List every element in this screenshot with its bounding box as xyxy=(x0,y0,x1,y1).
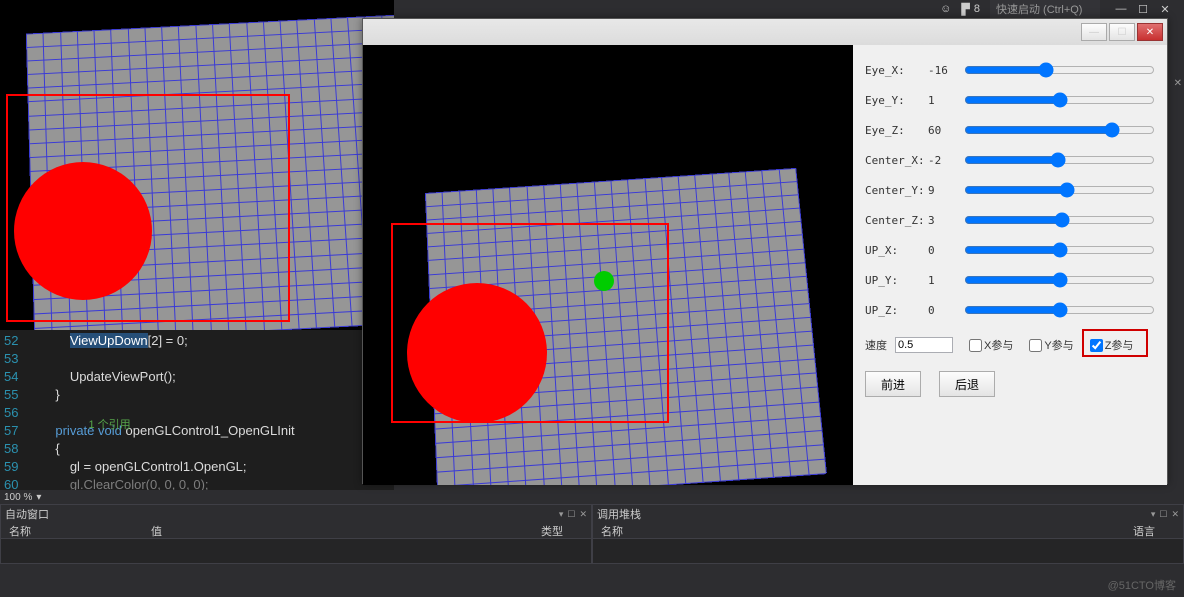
red-sphere xyxy=(407,283,547,423)
z-axis-checkbox[interactable] xyxy=(1090,339,1103,352)
slider-centery[interactable] xyxy=(964,182,1155,198)
slider-upx[interactable] xyxy=(964,242,1155,258)
controls-panel: Eye_X: -16 Eye_Y: 1 Eye_Z: 60 Center_X: -2 Cente… xyxy=(853,45,1167,485)
close-icon[interactable]: ✕ xyxy=(1171,509,1179,520)
slider-label: Center_Y: xyxy=(865,184,920,197)
slider-value: 0 xyxy=(928,304,956,317)
watermark: @51CTO博客 xyxy=(1108,577,1176,593)
speed-label: 速度 xyxy=(865,337,887,353)
slider-value: 1 xyxy=(928,274,956,287)
pin-icon[interactable]: ☐ xyxy=(567,509,575,520)
close-icon[interactable]: ✕ xyxy=(579,509,587,520)
panel-title: 调用堆栈 xyxy=(597,506,641,522)
back-button[interactable]: 后退 xyxy=(939,371,995,397)
slider-value: -2 xyxy=(928,154,956,167)
slider-value: 1 xyxy=(928,94,956,107)
col-type: 类型 xyxy=(541,523,591,538)
slider-centerx[interactable] xyxy=(964,152,1155,168)
col-name: 名称 xyxy=(593,523,743,538)
notification-badge[interactable]: ▛ 8 xyxy=(961,3,980,16)
forward-button[interactable]: 前进 xyxy=(865,371,921,397)
opengl-viewport[interactable] xyxy=(363,45,853,485)
z-axis-label: Z参与 xyxy=(1105,337,1134,353)
y-axis-checkbox[interactable] xyxy=(1029,339,1042,352)
col-lang: 语言 xyxy=(1133,523,1183,538)
slider-eyey[interactable] xyxy=(964,92,1155,108)
app-close-button[interactable]: ✕ xyxy=(1137,23,1163,41)
slider-label: UP_Y: xyxy=(865,274,920,287)
side-close-icon[interactable]: ✕ xyxy=(1174,78,1182,89)
dropdown-icon[interactable]: ▾ xyxy=(559,509,564,520)
green-sphere xyxy=(594,271,614,291)
x-axis-checkbox[interactable] xyxy=(969,339,982,352)
slider-label: UP_Z: xyxy=(865,304,920,317)
zoomed-gl-preview xyxy=(0,0,394,330)
col-name: 名称 xyxy=(1,523,151,538)
app-window: — ☐ ✕ Eye_X: -16 Eye_Y: 1 Eye_Z: 60 Center_X:-… xyxy=(362,18,1168,484)
ide-minimize-button[interactable]: — xyxy=(1110,3,1132,16)
zoom-indicator: 100 %▾ xyxy=(0,490,1184,504)
panel-title: 自动窗口 xyxy=(5,506,49,522)
slider-upy[interactable] xyxy=(964,272,1155,288)
slider-value: 3 xyxy=(928,214,956,227)
slider-label: Center_X: xyxy=(865,154,920,167)
slider-eyex[interactable] xyxy=(964,62,1155,78)
slider-value: 0 xyxy=(928,244,956,257)
autos-panel[interactable]: 自动窗口 ▾☐ ✕ 名称 值 类型 xyxy=(0,504,592,564)
slider-centerz[interactable] xyxy=(964,212,1155,228)
pin-icon[interactable]: ☐ xyxy=(1159,509,1167,520)
app-maximize-button[interactable]: ☐ xyxy=(1109,23,1135,41)
ide-close-button[interactable]: ✕ xyxy=(1154,3,1176,16)
code-lines[interactable]: ViewUpDown[2] = 0; UpdateViewPort(); } 1… xyxy=(26,330,294,490)
slider-label: Eye_X: xyxy=(865,64,920,77)
slider-label: Center_Z: xyxy=(865,214,920,227)
notification-count: 8 xyxy=(974,3,980,15)
slider-upz[interactable] xyxy=(964,302,1155,318)
x-axis-label: X参与 xyxy=(984,337,1013,353)
feedback-icon[interactable]: ☺ xyxy=(940,3,951,15)
app-titlebar[interactable]: — ☐ ✕ xyxy=(363,19,1167,45)
quick-launch-input[interactable]: 快速启动 (Ctrl+Q) xyxy=(990,0,1100,18)
slider-label: Eye_Z: xyxy=(865,124,920,137)
dropdown-icon[interactable]: ▾ xyxy=(1151,509,1156,520)
line-gutter: 525354555657585960 xyxy=(0,330,26,490)
slider-value: 60 xyxy=(928,124,956,137)
ide-maximize-button[interactable]: ☐ xyxy=(1132,3,1154,16)
flag-icon: ▛ xyxy=(961,3,969,16)
slider-value: 9 xyxy=(928,184,956,197)
speed-input[interactable] xyxy=(895,337,953,353)
slider-eyez[interactable] xyxy=(964,122,1155,138)
y-axis-label: Y参与 xyxy=(1044,337,1073,353)
app-minimize-button[interactable]: — xyxy=(1081,23,1107,41)
slider-label: UP_X: xyxy=(865,244,920,257)
slider-value: -16 xyxy=(928,64,956,77)
red-sphere xyxy=(14,162,152,300)
slider-label: Eye_Y: xyxy=(865,94,920,107)
callstack-panel[interactable]: 调用堆栈 ▾☐ ✕ 名称 语言 xyxy=(592,504,1184,564)
code-editor[interactable]: 525354555657585960 ViewUpDown[2] = 0; Up… xyxy=(0,330,394,490)
col-value: 值 xyxy=(151,523,541,538)
